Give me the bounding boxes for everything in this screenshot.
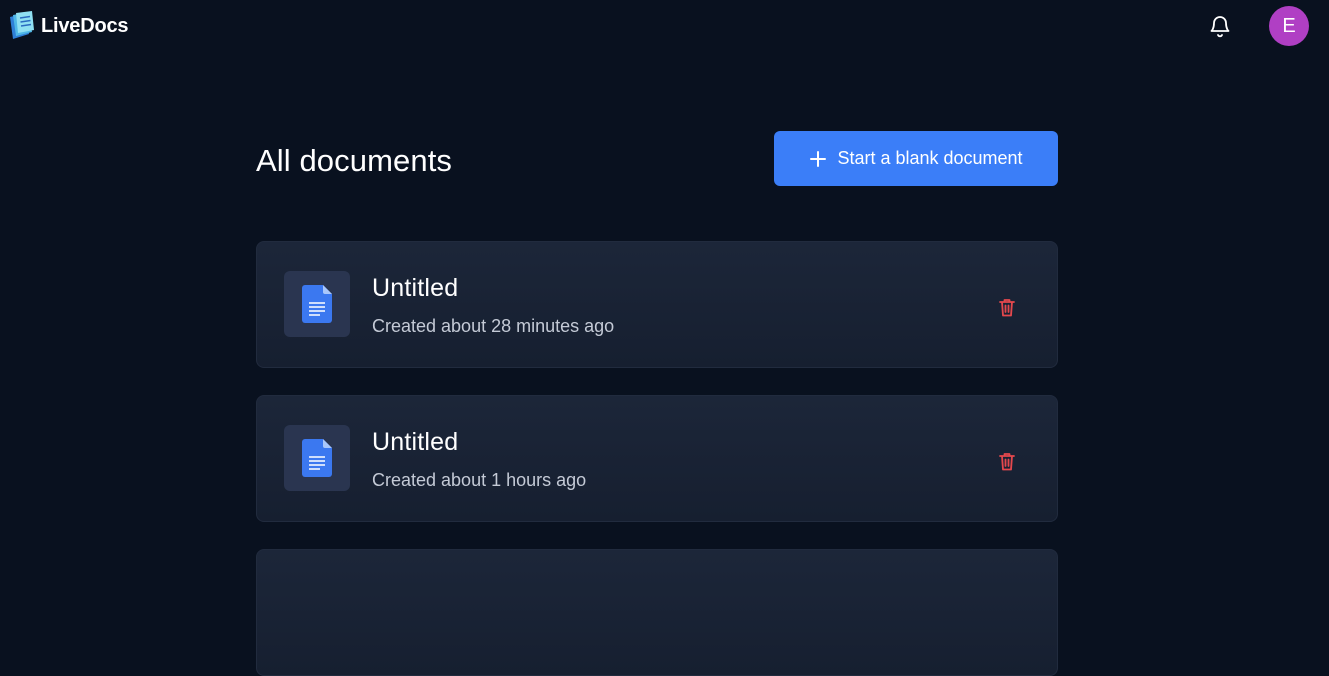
start-blank-document-button[interactable]: Start a blank document	[774, 131, 1058, 186]
document-created-time: Created about 28 minutes ago	[372, 316, 615, 336]
top-header: LiveDocs E	[0, 0, 1329, 52]
avatar-initial: E	[1282, 14, 1296, 37]
plus-icon	[810, 150, 827, 167]
logo-icon	[10, 11, 34, 39]
delete-document-button[interactable]	[997, 450, 1017, 472]
trash-icon	[999, 298, 1015, 316]
page-title: All documents	[256, 143, 453, 178]
document-icon	[302, 285, 332, 323]
document-card[interactable]: Untitled Created about 28 minutes ago	[256, 241, 1058, 368]
document-icon-box	[284, 425, 350, 491]
document-title: Untitled	[372, 274, 459, 302]
delete-document-button[interactable]	[997, 296, 1017, 318]
bell-icon	[1210, 16, 1230, 38]
document-title: Untitled	[372, 428, 459, 456]
user-avatar[interactable]: E	[1269, 6, 1309, 46]
document-card-partial[interactable]	[256, 549, 1058, 676]
document-created-time: Created about 1 hours ago	[372, 470, 587, 490]
document-icon	[302, 439, 332, 477]
notifications-button[interactable]	[1207, 12, 1233, 40]
document-card[interactable]: Untitled Created about 1 hours ago	[256, 395, 1058, 522]
trash-icon	[999, 452, 1015, 470]
start-button-label: Start a blank document	[837, 148, 1023, 168]
brand-name: LiveDocs	[41, 14, 129, 37]
brand[interactable]: LiveDocs	[7, 10, 129, 42]
document-icon-box	[284, 271, 350, 337]
